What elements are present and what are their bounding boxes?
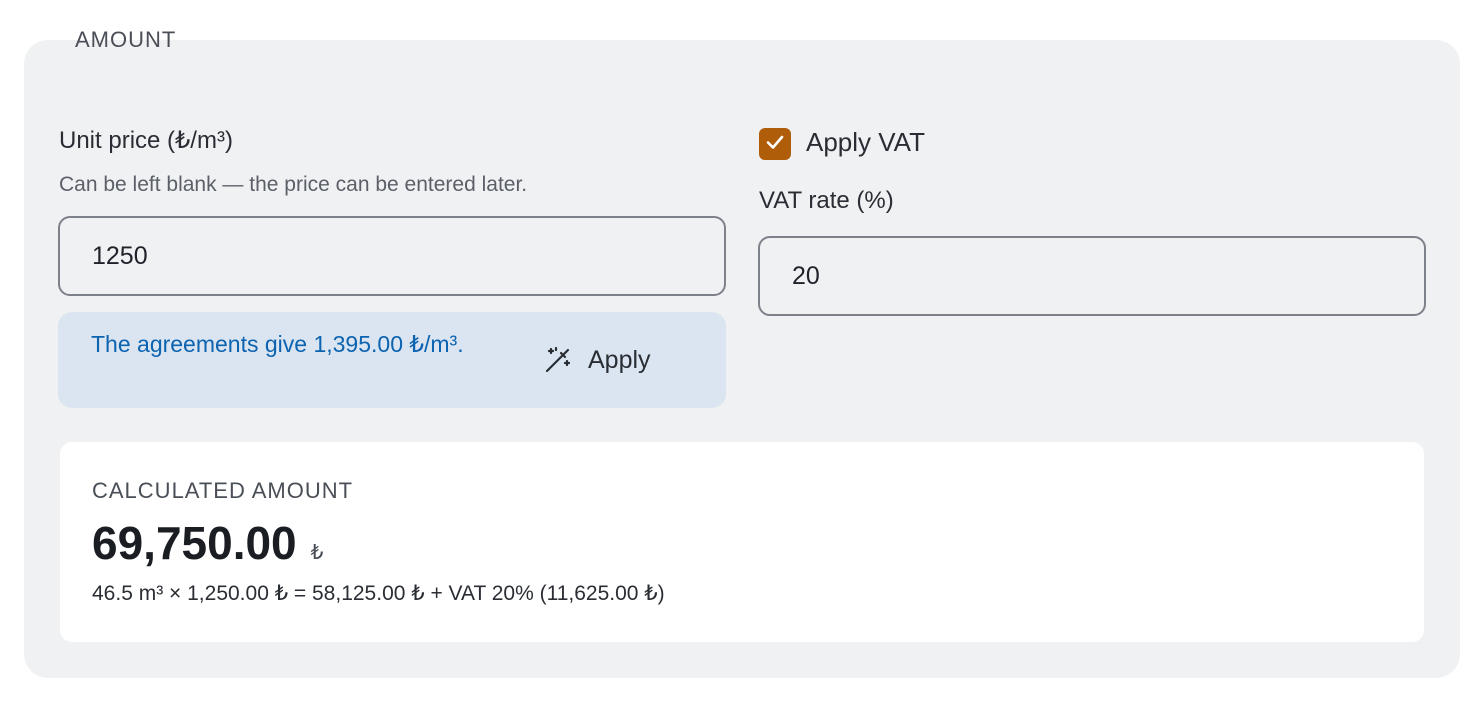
calculated-amount: 69,750.00 ₺: [92, 516, 323, 570]
price-suggestion-banner: The agreements give 1,395.00 ₺/m³. Apply: [58, 312, 726, 408]
suggestion-text: The agreements give 1,395.00 ₺/m³.: [91, 331, 464, 357]
vat-rate-label: VAT rate (%): [759, 187, 894, 214]
apply-suggestion-label: Apply: [588, 345, 651, 374]
magic-wand-icon: [542, 344, 574, 376]
unit-price-label: Unit price (₺/m³): [59, 127, 233, 154]
apply-vat-label[interactable]: Apply VAT: [806, 126, 925, 158]
apply-suggestion-button[interactable]: Apply: [542, 340, 651, 380]
vat-rate-input[interactable]: [758, 236, 1426, 316]
calculated-amount-title: CALCULATED AMOUNT: [92, 478, 354, 503]
fieldset-legend: AMOUNT: [75, 27, 177, 52]
unit-price-input[interactable]: [58, 216, 726, 296]
calculated-amount-value: 69,750.00: [92, 517, 297, 569]
apply-vat-checkbox[interactable]: [759, 128, 791, 160]
currency-symbol: ₺: [310, 542, 324, 564]
calculation-breakdown: 46.5 m³ × 1,250.00 ₺ = 58,125.00 ₺ + VAT…: [92, 582, 665, 605]
checkmark-icon: [764, 131, 786, 158]
calculated-amount-card: CALCULATED AMOUNT 69,750.00 ₺ 46.5 m³ × …: [60, 442, 1424, 642]
unit-price-hint: Can be left blank — the price can be ent…: [59, 173, 528, 196]
